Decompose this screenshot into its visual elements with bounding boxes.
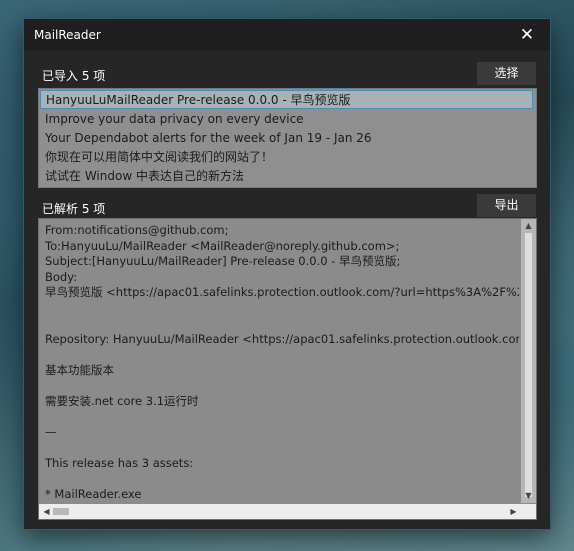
mail-line [45,316,519,332]
export-button[interactable]: 导出 [477,194,536,217]
mail-content-textbox[interactable]: From:notifications@github.com; To:HanyuuL… [38,218,537,520]
mail-line: From:notifications@github.com; [45,223,229,237]
title-bar[interactable]: MailReader ✕ [24,19,550,51]
scroll-right-icon[interactable]: ▶ [506,505,521,519]
mail-list[interactable]: HanyuuLuMailReader Pre-release 0.0.0 - 早… [38,88,537,188]
mail-line [45,301,519,317]
list-item[interactable]: HanyuuLuMailReader Pre-release 0.0.0 - 早… [40,90,533,109]
mail-line [45,440,519,456]
mail-line [45,378,519,394]
mail-line [45,347,519,363]
list-item[interactable]: Improve your data privacy on every devic… [40,110,533,129]
scroll-up-icon[interactable]: ▲ [521,219,536,233]
mail-line: To:HanyuuLu/MailReader <MailReader@norep… [45,238,400,253]
mail-line: 需要安装.net core 3.1运行时 [45,393,199,408]
scroll-down-icon[interactable]: ▼ [521,489,536,503]
list-item[interactable]: 你现在可以用简体中文阅读我们的网站了！ [40,148,533,167]
window-title: MailReader [34,28,101,42]
mail-line: 基本功能版本 [45,362,114,377]
list-item[interactable]: Your Dependabot alerts for the week of J… [40,129,533,148]
horizontal-scrollbar[interactable]: ◀ ▶ [39,504,536,519]
imported-count-label: 已导入 5 项 [42,69,106,83]
mail-line: — [45,424,57,439]
mail-line: Subject:[HanyuuLu/MailReader] Pre-releas… [45,254,401,268]
vertical-scroll-thumb[interactable] [525,233,532,497]
mail-content-text: From:notifications@github.com; To:HanyuuL… [45,223,519,503]
horizontal-scroll-thumb[interactable] [53,508,69,515]
select-button[interactable]: 选择 [477,62,536,85]
mail-line: 早鸟预览版 <https://apac01.safelinks.protecti… [45,285,519,299]
list-item[interactable]: 试试在 Window 中表达自己的新方法 [40,167,533,186]
mail-line: Repository: HanyuuLu/MailReader <https:/… [45,331,519,346]
parsed-count-label: 已解析 5 项 [42,202,106,216]
scroll-left-icon[interactable]: ◀ [39,505,54,519]
mail-line: * Source code (zip) [45,502,519,503]
mailreader-window: MailReader ✕ 已导入 5 项 选择 已解析 5 项 导出 Hanyu… [24,19,550,529]
vertical-scrollbar[interactable]: ▲ ▼ [521,219,536,503]
mail-line [45,471,519,487]
mail-line: * MailReader.exe [45,486,142,501]
mail-line [45,409,519,425]
mail-line: This release has 3 assets: [45,455,194,470]
close-icon[interactable]: ✕ [504,19,550,51]
mail-line: Body: [45,269,78,284]
